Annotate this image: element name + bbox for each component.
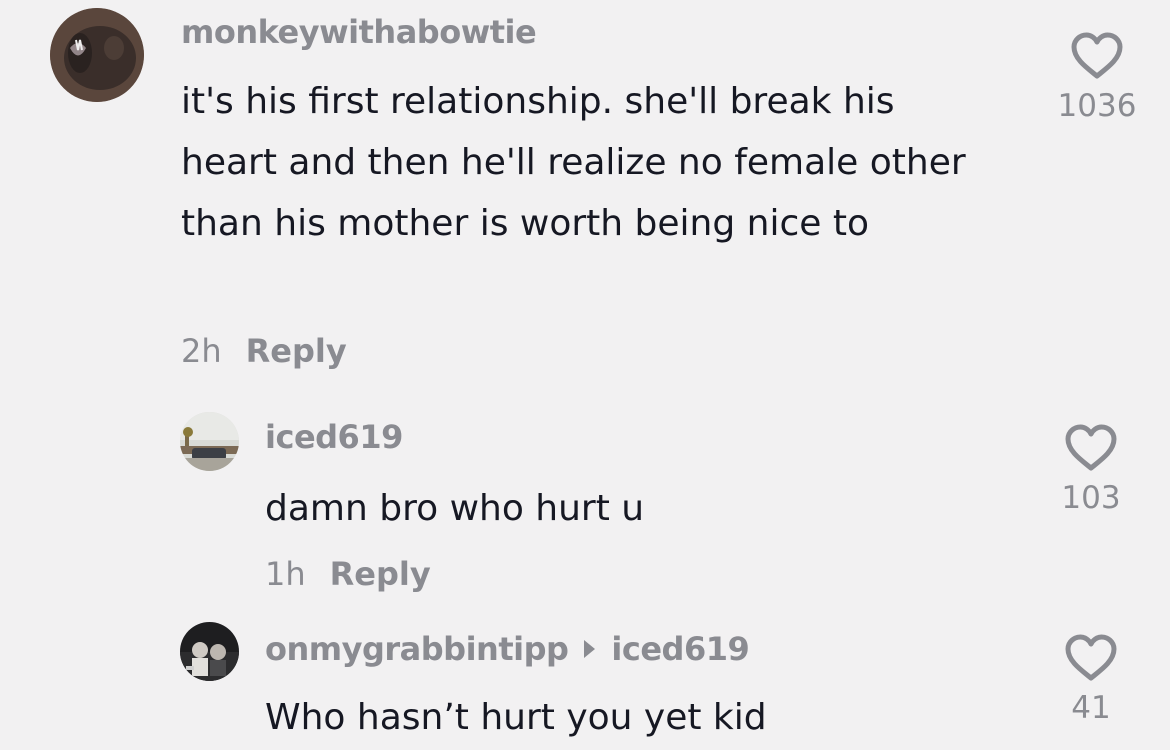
avatar[interactable] xyxy=(180,622,239,681)
username-link[interactable]: monkeywithabowtie xyxy=(181,13,537,51)
comment-meta: 2h Reply xyxy=(181,332,347,370)
heart-outline-icon xyxy=(1071,32,1123,79)
avatar[interactable] xyxy=(50,8,144,102)
reply-to-username-link[interactable]: iced619 xyxy=(611,630,749,668)
comment-username: onmygrabbintipp iced619 xyxy=(265,630,750,668)
comment-timestamp: 2h xyxy=(181,332,222,370)
reply-button[interactable]: Reply xyxy=(330,555,431,593)
triangle-right-icon xyxy=(584,640,596,658)
heart-outline-icon xyxy=(1065,424,1117,471)
comment-text: it's his first relationship. she'll brea… xyxy=(181,81,966,244)
like-button[interactable]: 41 xyxy=(1031,632,1151,726)
comment-text: damn bro who hurt u xyxy=(265,488,645,529)
like-button[interactable]: 1036 xyxy=(1037,30,1157,124)
like-count: 41 xyxy=(1071,690,1111,726)
username-link[interactable]: iced619 xyxy=(265,418,403,456)
like-count: 1036 xyxy=(1057,88,1137,124)
like-count: 103 xyxy=(1061,480,1121,516)
like-button[interactable]: 103 xyxy=(1031,422,1151,516)
comment-text: Who hasn’t hurt you yet kid xyxy=(265,697,767,738)
username-link[interactable]: onmygrabbintipp xyxy=(265,630,569,668)
heart-outline-icon xyxy=(1065,634,1117,681)
comment-timestamp: 1h xyxy=(265,555,306,593)
comment-username[interactable]: iced619 xyxy=(265,418,403,456)
comment-username[interactable]: monkeywithabowtie xyxy=(181,13,537,51)
comment-meta: 1h Reply xyxy=(265,555,431,593)
avatar[interactable] xyxy=(180,412,239,471)
reply-button[interactable]: Reply xyxy=(246,332,347,370)
